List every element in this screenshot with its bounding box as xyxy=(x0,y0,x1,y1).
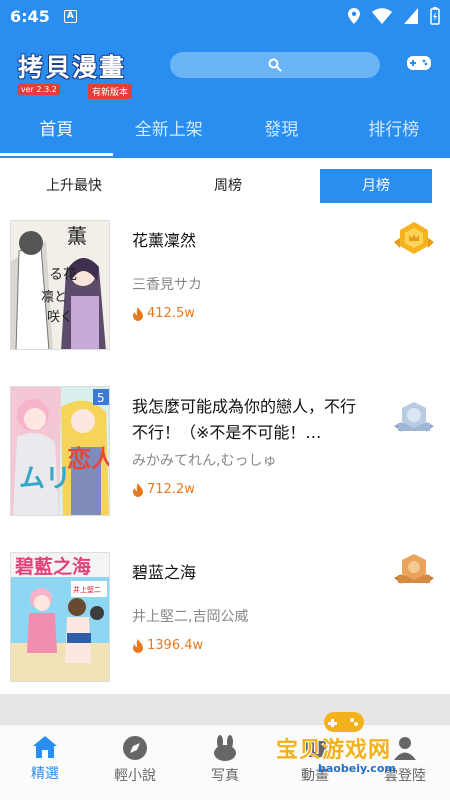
svg-text:咲く: 咲く xyxy=(47,309,73,325)
comic-author: みかみてれん,むっしゅ xyxy=(132,453,277,469)
nav-label: 写真 xyxy=(211,768,239,784)
status-bar: 6:45 A xyxy=(0,0,450,32)
comic-title[interactable]: 花薰凜然 xyxy=(132,228,362,254)
nav-light-novel[interactable]: 輕小說 xyxy=(90,725,180,800)
subtab-rising[interactable]: 上升最快 xyxy=(18,169,130,203)
view-count-value: 712.2w xyxy=(147,482,195,497)
app-logo: 拷貝漫畫 ver 2.3.2 有新版本 xyxy=(18,48,148,100)
comic-author: 井上堅二,吉岡公威 xyxy=(132,609,249,625)
tab-discover[interactable]: 發現 xyxy=(225,110,338,154)
comic-title[interactable]: 我怎麼可能成為你的戀人，不行不行！（※不是不可能！… xyxy=(132,394,362,446)
logo-version: ver 2.3.2 xyxy=(18,84,60,95)
svg-text:恋人: 恋人 xyxy=(67,445,110,473)
svg-text:る花: る花 xyxy=(49,267,77,283)
flame-icon xyxy=(133,482,143,497)
search-icon xyxy=(268,58,282,72)
comic-title[interactable]: 碧蓝之海 xyxy=(132,560,362,586)
notification-a-icon: A xyxy=(63,9,77,23)
watermark-text: 宝贝游戏网 xyxy=(276,738,392,763)
svg-text:薫: 薫 xyxy=(67,224,87,248)
bronze-medal-icon xyxy=(394,554,434,584)
list-item[interactable]: 薫 る花 凛と 咲く 花薰凜然 三香見サカ 412.5w xyxy=(0,212,450,378)
view-count-value: 1396.4w xyxy=(147,638,204,653)
app-header: 拷貝漫畫 ver 2.3.2 有新版本 首頁 全新上架 發現 排行榜 xyxy=(0,32,450,158)
nav-label: 輕小說 xyxy=(114,768,156,784)
main-tabs: 首頁 全新上架 發現 排行榜 xyxy=(0,110,450,156)
tab-rankings[interactable]: 排行榜 xyxy=(338,110,450,154)
status-time: 6:45 xyxy=(10,6,50,26)
location-icon xyxy=(348,8,360,24)
view-count: 1396.4w xyxy=(132,638,203,653)
status-icons xyxy=(348,7,440,25)
signal-icon xyxy=(404,8,418,24)
view-count: 412.5w xyxy=(132,306,195,321)
compass-icon xyxy=(123,736,147,760)
gamepad-icon[interactable] xyxy=(406,54,432,72)
svg-text:ムリ: ムリ xyxy=(19,464,71,494)
app-screen: 6:45 A 拷貝漫畫 ver 2.3.2 有新版本 首頁 全新上架 發現 排行… xyxy=(0,0,450,800)
silver-medal-icon xyxy=(394,402,434,432)
watermark: 宝贝游戏网 baobeiy.com xyxy=(270,708,430,784)
update-badge[interactable]: 有新版本 xyxy=(88,84,133,99)
svg-text:5: 5 xyxy=(97,391,105,405)
svg-text:碧藍之海: 碧藍之海 xyxy=(14,555,91,578)
subtab-monthly[interactable]: 月榜 xyxy=(320,169,432,203)
logo-title: 拷貝漫畫 xyxy=(18,53,127,82)
wifi-icon xyxy=(372,8,392,24)
home-icon xyxy=(33,736,57,758)
gamepad-logo-icon xyxy=(324,712,364,732)
bunny-icon xyxy=(214,735,236,761)
view-count: 712.2w xyxy=(132,482,195,497)
tab-home[interactable]: 首頁 xyxy=(0,110,113,156)
comic-cover[interactable]: ムリ 恋人 5 xyxy=(10,386,110,516)
watermark-url: baobeiy.com xyxy=(318,762,396,775)
list-item[interactable]: ムリ 恋人 5 我怎麼可能成為你的戀人，不行不行！（※不是不可能！… みかみてれ… xyxy=(0,378,450,544)
svg-text:凛と: 凛と xyxy=(41,289,67,305)
battery-icon xyxy=(430,7,440,25)
comic-cover[interactable]: 碧藍之海 井上堅二 xyxy=(10,552,110,682)
subtab-weekly[interactable]: 周榜 xyxy=(172,169,284,203)
search-bar[interactable] xyxy=(170,52,380,78)
view-count-value: 412.5w xyxy=(147,306,195,321)
comic-author: 三香見サカ xyxy=(132,277,202,293)
comic-cover[interactable]: 薫 る花 凛と 咲く xyxy=(10,220,110,350)
ranking-subtabs: 上升最快 周榜 月榜 xyxy=(0,166,450,206)
gold-medal-icon xyxy=(394,222,434,254)
nav-featured[interactable]: 精選 xyxy=(0,725,90,800)
svg-text:井上堅二: 井上堅二 xyxy=(73,585,101,594)
flame-icon xyxy=(133,638,143,653)
nav-label: 精選 xyxy=(31,766,59,782)
nav-photos[interactable]: 写真 xyxy=(180,725,270,800)
ranking-list: 薫 る花 凛と 咲く 花薰凜然 三香見サカ 412.5w ムリ 恋 5 我怎麼可… xyxy=(0,212,450,710)
tab-new-arrivals[interactable]: 全新上架 xyxy=(113,110,226,154)
list-item[interactable]: 碧藍之海 井上堅二 碧蓝之海 井上堅二,吉岡公威 1396.4w xyxy=(0,544,450,710)
flame-icon xyxy=(133,306,143,321)
